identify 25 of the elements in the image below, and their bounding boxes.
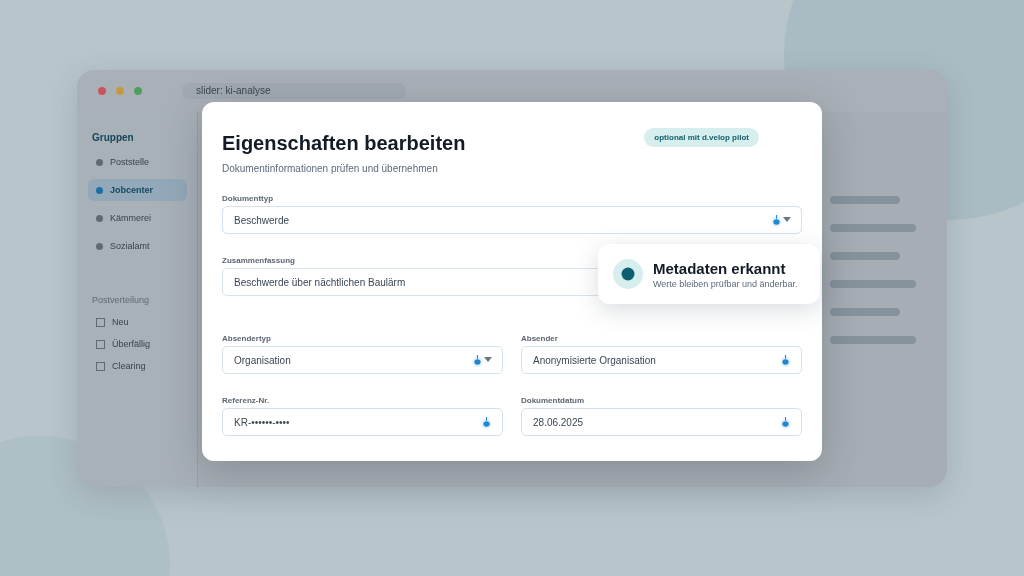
sidebar-item[interactable]: Sozialamt — [88, 235, 187, 257]
sidebar-item[interactable]: Poststelle — [88, 151, 187, 173]
select-field[interactable]: Organisation — [222, 346, 503, 374]
field-label: Dokumenttyp — [222, 194, 275, 203]
notification-text: Werte bleiben prüfbar und änderbar. — [653, 278, 798, 289]
select-field[interactable]: Beschwerde — [222, 206, 802, 234]
field-label: Referenz-Nr. — [222, 396, 271, 405]
field-label: Dokumentdatum — [521, 396, 586, 405]
checkbox-label: Clearing — [112, 361, 146, 371]
sidebar-item[interactable]: Kämmerei — [88, 207, 187, 229]
pilot-badge: optional mit d.velop pilot — [644, 128, 759, 147]
input-field[interactable]: KR-••••••-•••• — [222, 408, 503, 436]
sidebar-heading: Postverteilung — [92, 295, 151, 305]
sidebar-heading: Gruppen — [92, 132, 135, 143]
checkbox-label: Überfällig — [112, 339, 151, 349]
field-label: Absender — [521, 334, 559, 343]
field-label: Absendertyp — [222, 334, 272, 343]
sidebar-item[interactable]: Jobcenter — [88, 179, 187, 201]
input-field[interactable]: Anonymisierte Organisation — [521, 346, 802, 374]
field-label: Zusammenfassung — [222, 256, 296, 265]
dialog-subtitle: Dokumentinformationen prüfen und übernehmen — [222, 163, 439, 174]
address-bar[interactable]: slider: ki-analyse — [182, 83, 406, 99]
input-field[interactable]: 28.06.2025 — [521, 408, 802, 436]
checkbox-label: Neu — [112, 317, 129, 327]
dialog-title: Eigenschaften bearbeiten — [222, 132, 466, 155]
